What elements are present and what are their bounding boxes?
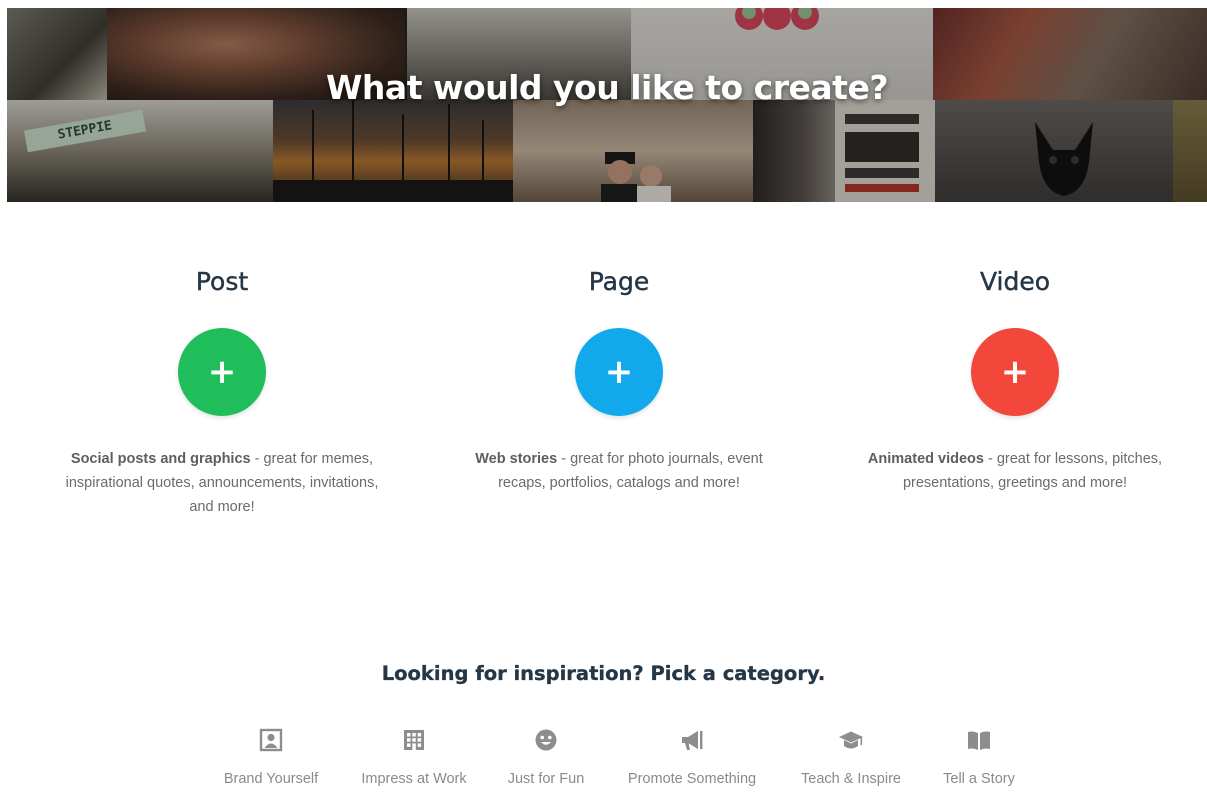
category-label: Tell a Story xyxy=(943,771,1015,787)
category-label: Teach & Inspire xyxy=(801,771,901,787)
category-teach-inspire[interactable]: Teach & Inspire xyxy=(796,726,906,787)
category-brand-yourself[interactable]: Brand Yourself xyxy=(221,726,321,787)
hero-photo-hair xyxy=(753,100,835,202)
category-label: Just for Fun xyxy=(507,771,585,787)
poster-graphic xyxy=(845,114,919,192)
dog-graphic xyxy=(1035,122,1093,196)
option-description-bold: Social posts and graphics xyxy=(70,451,251,467)
option-description-bold: Animated videos xyxy=(867,451,984,467)
option-title-video: Video xyxy=(979,267,1051,296)
hero-title: What would you like to create? xyxy=(326,68,888,108)
category-label: Promote Something xyxy=(627,771,757,787)
hero-photo-steppie-booth: STEPPIE xyxy=(7,100,273,202)
portrait-icon xyxy=(259,728,283,752)
option-description-bold: Web stories xyxy=(475,451,558,467)
create-post-button[interactable]: + xyxy=(178,328,266,416)
category-promote-something[interactable]: Promote Something xyxy=(620,726,764,787)
category-tell-a-story[interactable]: Tell a Story xyxy=(939,726,1019,787)
hero-banner: STEPPIE What would you like to create? xyxy=(7,8,1207,202)
hero-photo-dog xyxy=(935,100,1173,202)
hero-photo-field xyxy=(1173,100,1207,202)
category-impress-at-work[interactable]: Impress at Work xyxy=(356,726,472,787)
create-video-button[interactable]: + xyxy=(971,328,1059,416)
building-icon xyxy=(404,730,424,750)
book-icon xyxy=(968,731,990,750)
inspiration-heading: Looking for inspiration? Pick a category… xyxy=(381,662,826,685)
option-title-post: Post xyxy=(195,267,249,296)
hero-photo-strive-poster xyxy=(835,100,935,202)
option-description-post: Social posts and graphics - great for me… xyxy=(57,447,387,519)
graduation-cap-icon xyxy=(839,731,863,749)
option-video: Video + Animated videos - great for less… xyxy=(835,262,1195,495)
wedding-couple-graphic xyxy=(601,152,671,202)
option-page: Page + Web stories - great for photo jou… xyxy=(439,262,799,495)
steppie-sign: STEPPIE xyxy=(24,109,146,153)
create-page-button[interactable]: + xyxy=(575,328,663,416)
option-post: Post + Social posts and graphics - great… xyxy=(42,262,402,519)
option-title-page: Page xyxy=(588,267,650,296)
category-label: Brand Yourself xyxy=(223,771,319,787)
megaphone-icon xyxy=(682,731,703,750)
option-description-video: Animated videos - great for lessons, pit… xyxy=(850,447,1180,495)
category-label: Impress at Work xyxy=(361,771,467,787)
harbor-masts-graphic xyxy=(273,100,513,202)
hero-photo-wedding-couple xyxy=(513,100,753,202)
smiley-icon xyxy=(535,729,557,751)
option-description-page: Web stories - great for photo journals, … xyxy=(454,447,784,495)
category-just-for-fun[interactable]: Just for Fun xyxy=(503,726,589,787)
hero-photo-harbor-sunset xyxy=(273,100,513,202)
